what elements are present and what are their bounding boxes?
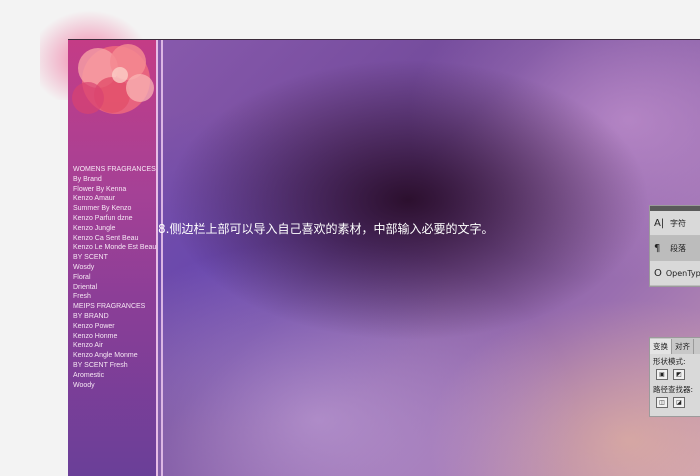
flower-image [72, 44, 154, 114]
design-canvas: WOMENS FRAGRANCES By Brand Flower By Ken… [68, 39, 700, 476]
menu-item[interactable]: Aromestic [73, 371, 161, 381]
opentype-icon: O [654, 267, 662, 279]
sidebar-menu: WOMENS FRAGRANCES By Brand Flower By Ken… [73, 165, 161, 390]
menu-item[interactable]: Summer By Kenzo [73, 204, 161, 214]
trim-icon[interactable]: ◪ [673, 397, 685, 408]
menu-item[interactable]: WOMENS FRAGRANCES [73, 165, 161, 175]
panel-item-label: OpenType [665, 268, 700, 278]
menu-item[interactable]: Floral [73, 273, 161, 283]
menu-item[interactable]: Kenzo Jungle [73, 224, 161, 234]
shape-modes-buttons: ▣ ◩ [650, 367, 700, 382]
menu-item[interactable]: Wosdy [73, 263, 161, 273]
minus-front-icon[interactable]: ◩ [673, 369, 685, 380]
character-paragraph-panel: A| 字符 ¶ 段落 O OpenType [649, 205, 700, 287]
shape-modes-label: 形状模式: [653, 357, 686, 366]
menu-item[interactable]: Flower By Kenna [73, 185, 161, 195]
sidebar-panel: WOMENS FRAGRANCES By Brand Flower By Ken… [68, 40, 158, 476]
panel-item-paragraph[interactable]: ¶ 段落 [650, 236, 700, 261]
menu-item[interactable]: Kenzo Le Monde Est Beau [73, 243, 161, 253]
panel-item-opentype[interactable]: O OpenType [650, 261, 700, 286]
menu-item[interactable]: Fresh [73, 292, 161, 302]
menu-item[interactable]: Kenzo Angle Monme [73, 351, 161, 361]
menu-item[interactable]: By Brand [73, 175, 161, 185]
pathfinder-panel: 变换 对齐 形状模式: ▣ ◩ 路径查找器: ◫ ◪ [649, 337, 700, 417]
pathfinders-label: 路径查找器: [653, 385, 694, 394]
sidebar-divider [156, 40, 158, 476]
menu-item[interactable]: BY SCENT Fresh [73, 361, 161, 371]
menu-item[interactable]: Kenzo Power [73, 322, 161, 332]
panel-item-label: 段落 [670, 243, 686, 253]
menu-item[interactable]: Kenzo Honme [73, 332, 161, 342]
divide-icon[interactable]: ◫ [656, 397, 668, 408]
menu-item[interactable]: BY SCENT [73, 253, 161, 263]
paragraph-icon: ¶ [654, 242, 661, 254]
menu-item[interactable]: Kenzo Parfun dzne [73, 214, 161, 224]
unite-icon[interactable]: ▣ [656, 369, 668, 380]
menu-item[interactable]: Kenzo Amaur [73, 194, 161, 204]
panel-item-character[interactable]: A| 字符 [650, 211, 700, 236]
menu-item[interactable]: BY BRAND [73, 312, 161, 322]
sidebar-divider [161, 40, 163, 476]
menu-item[interactable]: MEIPS FRAGRANCES [73, 302, 161, 312]
menu-item[interactable]: Kenzo Ca Sent Beau [73, 234, 161, 244]
panel-item-label: 字符 [670, 218, 686, 228]
tab-transform[interactable]: 变换 [650, 339, 672, 354]
panel-tabs: 变换 对齐 [650, 338, 700, 354]
character-icon: A| [654, 217, 665, 229]
tutorial-caption: 8.侧边栏上部可以导入自己喜欢的素材，中部输入必要的文字。 [158, 222, 494, 236]
menu-item[interactable]: Woody [73, 381, 161, 391]
menu-item[interactable]: Driental [73, 283, 161, 293]
menu-item[interactable]: Kenzo Air [73, 341, 161, 351]
tab-align[interactable]: 对齐 [672, 339, 694, 354]
pathfinder-buttons: ◫ ◪ [650, 395, 700, 410]
